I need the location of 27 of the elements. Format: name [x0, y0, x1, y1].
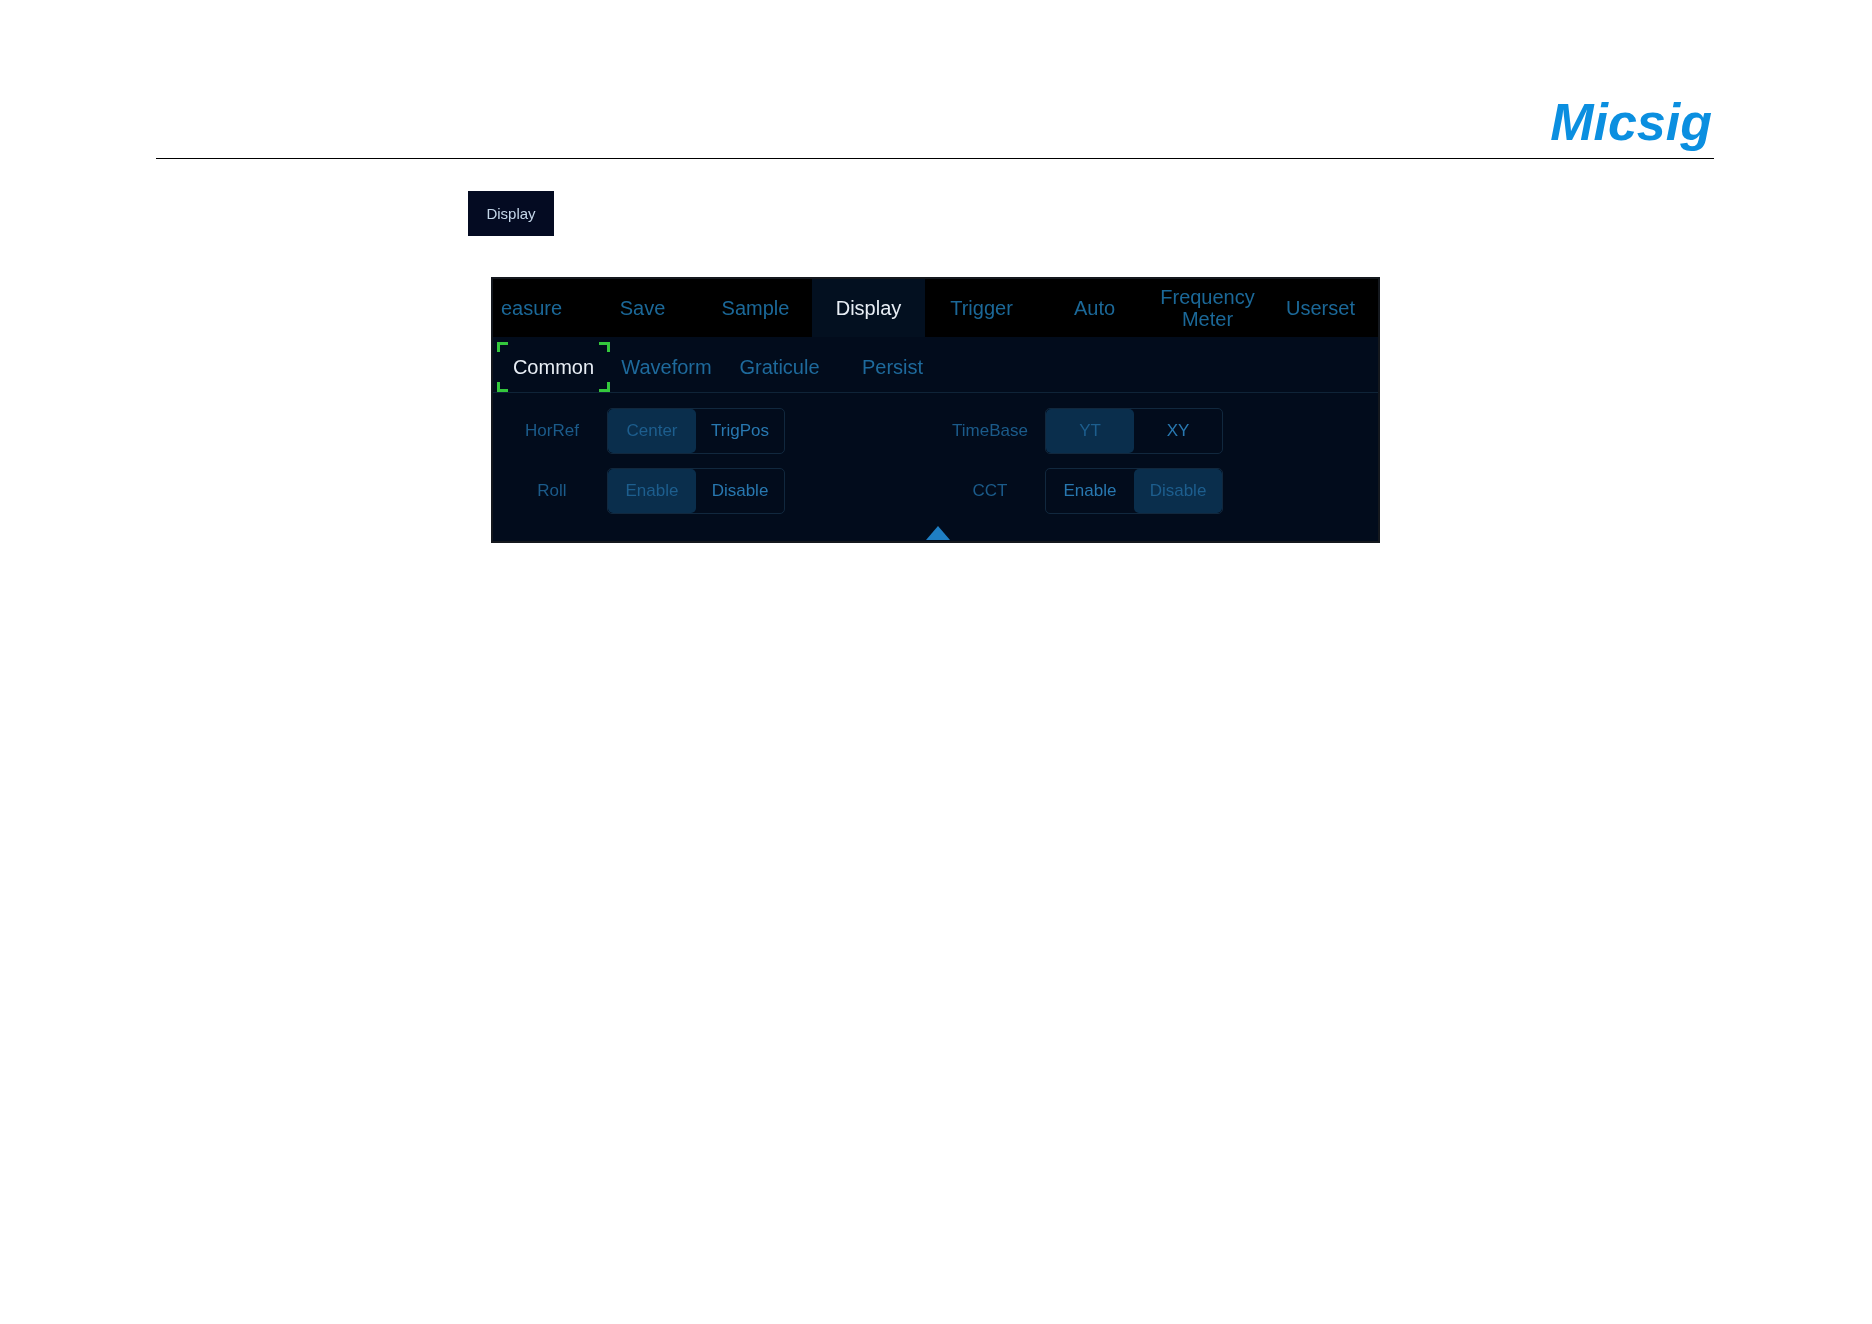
toggle-option[interactable]: Disable: [1134, 469, 1222, 513]
sub-tab[interactable]: Graticule: [723, 342, 836, 392]
setting-label: TimeBase: [951, 421, 1029, 441]
menu-tab[interactable]: Display: [812, 279, 925, 337]
menu-tab[interactable]: Trigger: [925, 279, 1038, 337]
toggle-option[interactable]: Disable: [696, 469, 784, 513]
toggle-option[interactable]: Center: [608, 409, 696, 453]
menu-tab[interactable]: easure: [493, 279, 586, 337]
caret-up-icon[interactable]: [925, 526, 950, 540]
menu-tab[interactable]: Frequency Meter: [1151, 279, 1264, 337]
menu-key-button[interactable]: Display: [468, 191, 554, 236]
toggle-option[interactable]: YT: [1046, 409, 1134, 453]
menu-tab[interactable]: Save: [586, 279, 699, 337]
toggle-option[interactable]: Enable: [1046, 469, 1134, 513]
toggle-option[interactable]: XY: [1134, 409, 1222, 453]
menu-tab[interactable]: Sample: [699, 279, 812, 337]
sub-tab[interactable]: Common: [497, 342, 610, 392]
setting-label: Roll: [536, 481, 568, 501]
toggle-option[interactable]: Enable: [608, 469, 696, 513]
brand-logo: Micsig: [1550, 92, 1713, 153]
toggle-option[interactable]: TrigPos: [696, 409, 784, 453]
menu-tab[interactable]: Auto: [1038, 279, 1151, 337]
menu-tab[interactable]: Userset: [1264, 279, 1377, 337]
sub-tab[interactable]: Persist: [836, 342, 949, 392]
setting-label: HorRef: [524, 421, 580, 441]
setting-label: CCT: [971, 481, 1009, 501]
sub-tab[interactable]: Waveform: [610, 342, 723, 392]
